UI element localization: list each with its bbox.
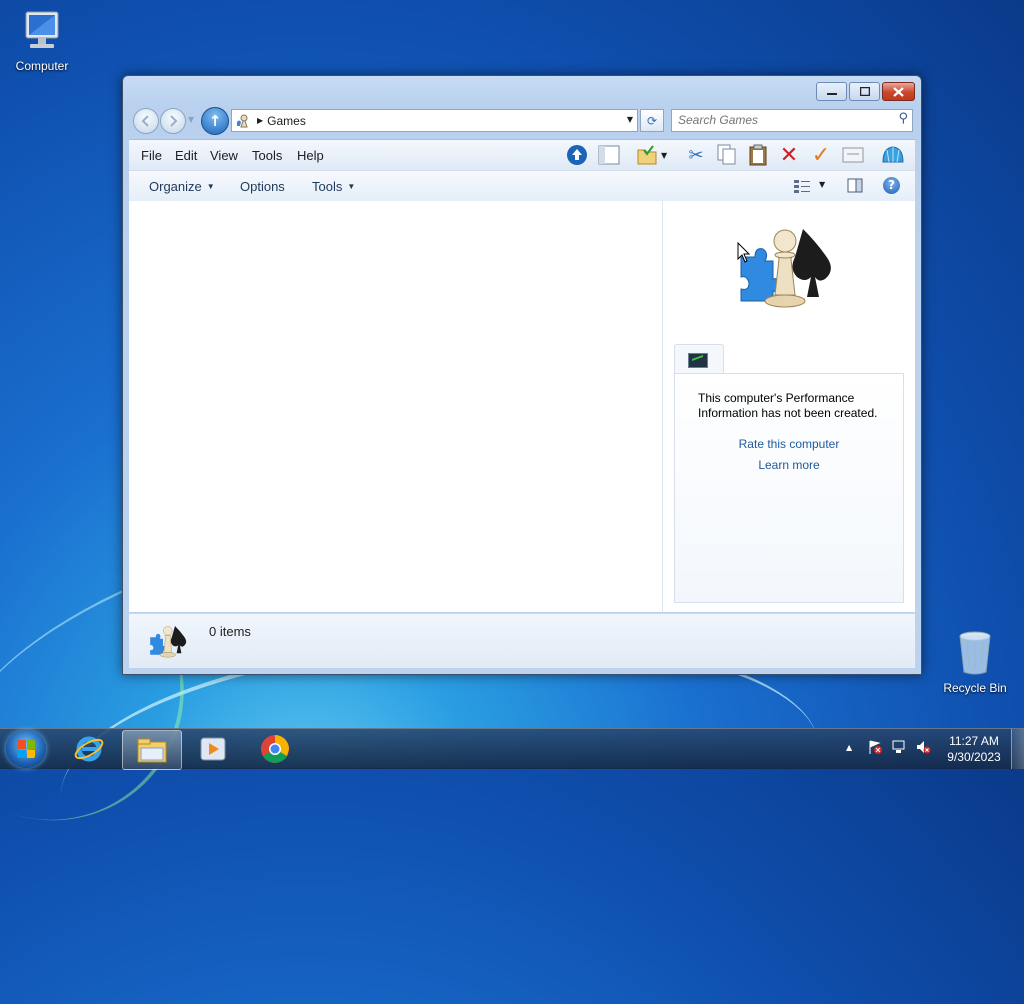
toolbar-panes-icon[interactable] — [597, 143, 621, 167]
address-dropdown-chevron-down-icon[interactable]: ▼ — [627, 115, 633, 124]
games-small-icon — [150, 626, 187, 658]
up-button[interactable]: ↑ — [201, 107, 229, 135]
address-bar[interactable]: ▶ Games ▼ — [231, 109, 638, 132]
chevron-down-icon: ▼ — [347, 182, 356, 191]
volume-muted-icon[interactable] — [915, 739, 931, 755]
menu-edit[interactable]: Edit — [175, 148, 197, 163]
toolbar-up-icon[interactable] — [565, 143, 589, 167]
close-icon — [893, 86, 904, 97]
preview-pane: This computer's Performance Information … — [663, 201, 915, 612]
taskbar-windows-explorer[interactable] — [122, 730, 182, 770]
show-hidden-icons-chevron-up-icon[interactable]: ▲ — [846, 743, 852, 752]
show-desktop-button[interactable] — [1011, 729, 1024, 769]
internet-explorer-icon — [74, 736, 104, 762]
minimize-button[interactable] — [816, 82, 847, 101]
refresh-button[interactable]: ⟳ — [640, 109, 664, 132]
search-box[interactable]: ⚲ — [671, 109, 913, 132]
view-details-icon — [794, 180, 810, 193]
performance-message: This computer's Performance Information … — [698, 391, 878, 420]
tools-button[interactable]: Tools ▼ — [312, 179, 355, 194]
chevron-down-icon: ▼ — [206, 182, 215, 191]
maximize-icon — [859, 87, 870, 96]
breadcrumb-separator-icon[interactable]: ▶ — [257, 116, 263, 125]
help-icon: ? — [888, 178, 895, 192]
breadcrumb-location[interactable]: Games — [267, 114, 306, 128]
menu-bar: File Edit View Tools Help ▼ ✂ ✕ ✓ — [129, 139, 915, 170]
forward-arrow-icon — [170, 115, 178, 127]
menu-view[interactable]: View — [210, 148, 238, 163]
shell-icon[interactable] — [881, 143, 905, 167]
folder-icon — [137, 738, 167, 763]
search-input[interactable] — [672, 110, 888, 129]
options-button[interactable]: Options — [240, 179, 285, 194]
delete-icon[interactable]: ✕ — [777, 143, 801, 168]
network-icon[interactable] — [891, 739, 907, 755]
arrow-up-icon: ↑ — [208, 112, 222, 130]
menu-file[interactable]: File — [141, 148, 162, 163]
desktop-icon-recycle-bin[interactable]: Recycle Bin — [933, 630, 1017, 695]
mouse-cursor-icon — [737, 242, 751, 263]
item-count: 0 items — [209, 624, 251, 639]
games-explorer-window[interactable]: ▼ ↑ ▶ Games ▼ ⟳ ⚲ File Edit View Tools H… — [122, 75, 922, 675]
taskbar-chrome[interactable] — [246, 730, 304, 768]
organize-button[interactable]: Organize ▼ — [149, 179, 215, 194]
toolbar-folder-check-icon[interactable] — [635, 143, 659, 167]
clock-date: 9/30/2023 — [947, 750, 1001, 764]
taskbar-media-player[interactable] — [184, 730, 242, 768]
toolbar-folder-chevron-down-icon[interactable]: ▼ — [661, 151, 667, 160]
desktop-icon-computer[interactable]: Computer — [0, 10, 84, 73]
title-bar[interactable] — [123, 76, 921, 104]
forward-button[interactable] — [160, 108, 186, 134]
start-button[interactable] — [6, 730, 46, 768]
cut-icon[interactable]: ✂ — [684, 143, 708, 167]
menu-tools[interactable]: Tools — [252, 148, 282, 163]
search-icon[interactable]: ⚲ — [898, 111, 908, 126]
computer-icon — [25, 11, 59, 48]
preview-pane-button[interactable] — [847, 178, 863, 197]
windows-logo-icon — [17, 740, 35, 758]
checkmark-icon[interactable]: ✓ — [809, 143, 833, 168]
taskbar: ▲ 11:27 AM 9/30/2023 — [0, 728, 1024, 770]
minimize-icon — [826, 92, 837, 95]
clock-time: 11:27 AM — [949, 734, 999, 748]
copy-icon[interactable] — [715, 143, 739, 167]
chevron-down-icon: ▼ — [819, 180, 826, 189]
performance-tab[interactable] — [674, 344, 724, 375]
performance-monitor-icon — [688, 353, 708, 368]
desktop-icon-label: Recycle Bin — [943, 681, 1007, 695]
maximize-button[interactable] — [849, 82, 880, 101]
help-button[interactable]: ? — [883, 177, 900, 194]
command-bar: Organize ▼ Options Tools ▼ ▼ ? — [129, 170, 915, 202]
games-folder-icon — [237, 114, 248, 127]
back-button[interactable] — [133, 108, 159, 134]
back-arrow-icon — [141, 115, 149, 127]
details-pane: 0 items — [129, 613, 915, 668]
address-row: ▼ ↑ ▶ Games ▼ ⟳ ⚲ — [131, 106, 915, 135]
recent-pages-chevron-down-icon[interactable]: ▼ — [188, 115, 194, 124]
media-player-icon — [200, 737, 226, 761]
close-button[interactable] — [882, 82, 915, 101]
file-list-area[interactable] — [129, 201, 662, 612]
desktop-icon-label: Computer — [15, 59, 69, 73]
rate-computer-link[interactable]: Rate this computer — [675, 437, 903, 451]
menu-help[interactable]: Help — [297, 148, 324, 163]
recycle-bin-icon — [959, 631, 991, 675]
preview-pane-icon — [847, 178, 863, 193]
properties-icon[interactable] — [841, 143, 865, 167]
refresh-icon: ⟳ — [646, 113, 658, 128]
chrome-icon — [261, 735, 289, 763]
paste-icon[interactable] — [746, 143, 770, 167]
learn-more-link[interactable]: Learn more — [675, 458, 903, 472]
action-center-flag-icon[interactable] — [867, 739, 883, 755]
games-hero-icon — [740, 229, 831, 308]
clock[interactable]: 11:27 AM 9/30/2023 — [936, 733, 1012, 765]
taskbar-internet-explorer[interactable] — [60, 730, 118, 768]
performance-panel: This computer's Performance Information … — [674, 373, 904, 603]
change-view-button[interactable]: ▼ — [793, 178, 825, 197]
